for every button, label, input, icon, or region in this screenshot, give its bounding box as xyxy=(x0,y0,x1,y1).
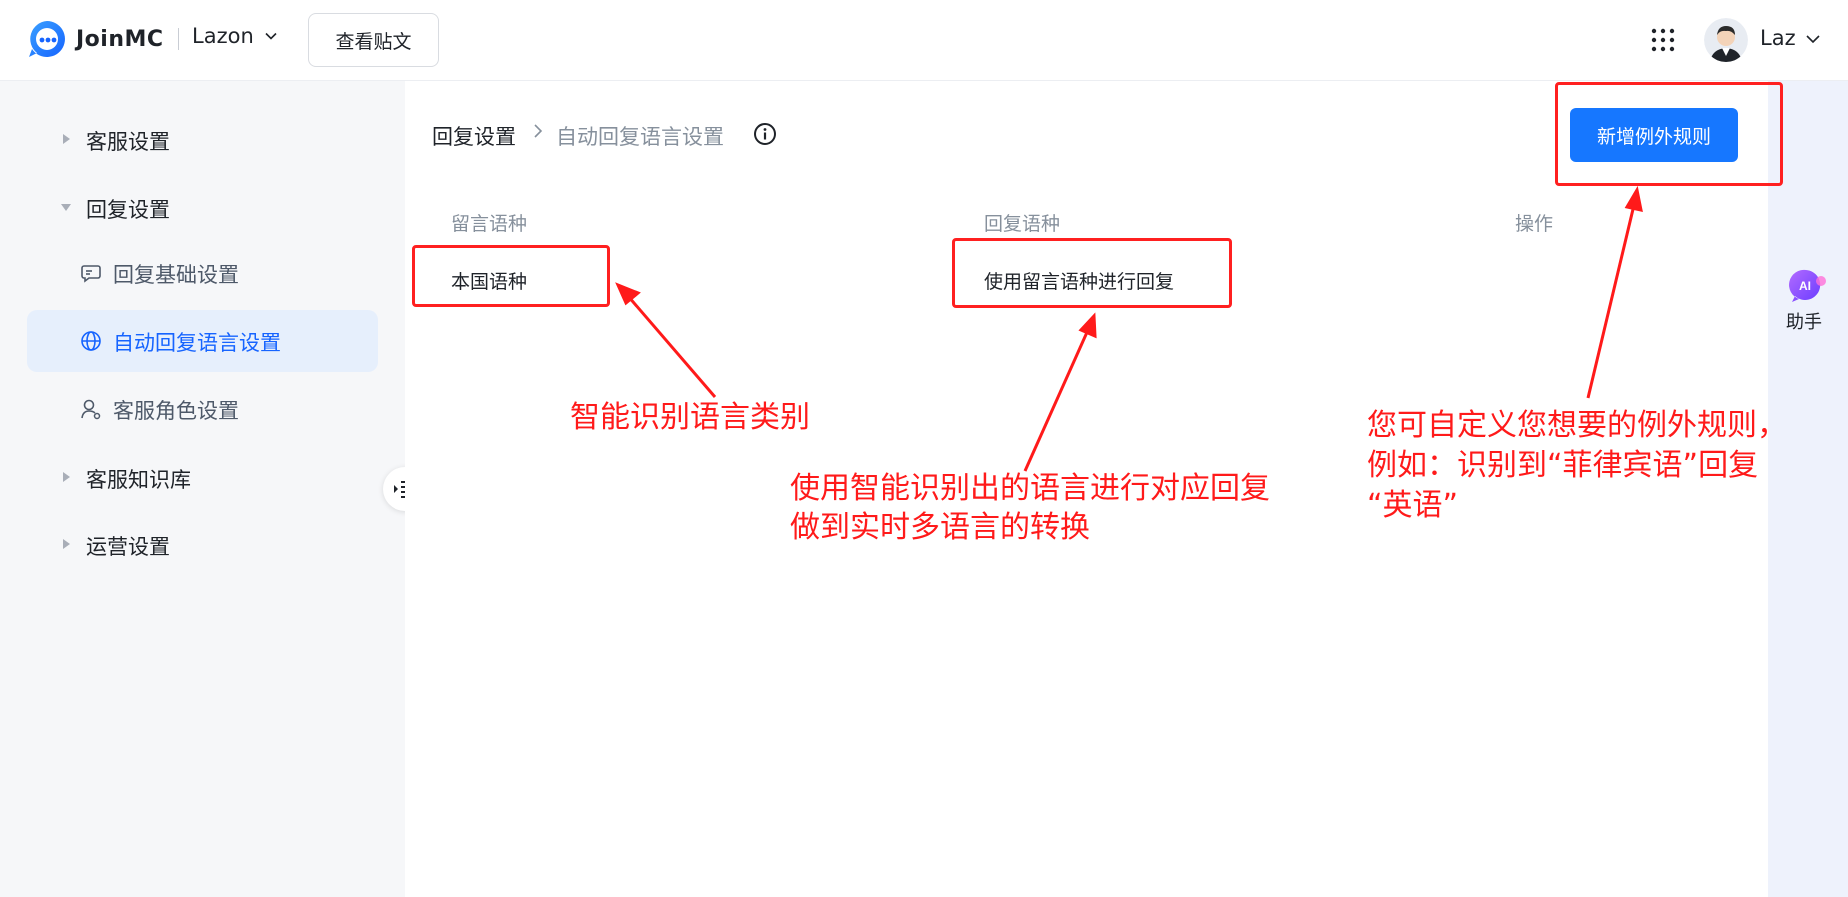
annotation-language-detection: 智能识别语言类别 xyxy=(570,400,810,435)
sidebar-item-label: 自动回复语言设置 xyxy=(113,331,281,355)
header-divider xyxy=(177,28,179,50)
caret-down-icon xyxy=(61,204,71,211)
annotation-rule-line-1: 您可自定义您想要的例外规则， xyxy=(1367,408,1787,443)
sidebar-group-label: 客服知识库 xyxy=(86,468,191,492)
user-role-icon xyxy=(81,399,101,420)
info-icon[interactable] xyxy=(753,122,777,146)
sidebar-group-label: 客服设置 xyxy=(86,130,170,154)
sidebar-group-label: 回复设置 xyxy=(86,198,170,222)
column-header-message-language: 留言语种 xyxy=(451,213,528,235)
sidebar-group-label: 运营设置 xyxy=(86,535,170,559)
user-name[interactable]: Laz xyxy=(1760,26,1796,50)
annotation-reply-line-2: 做到实时多语言的转换 xyxy=(790,510,1090,545)
ai-assistant-icon[interactable]: AI xyxy=(1788,268,1828,304)
chevron-down-icon xyxy=(265,32,277,40)
assistant-label[interactable]: 助手 xyxy=(1786,308,1822,334)
breadcrumb-reply-settings[interactable]: 回复设置 xyxy=(432,121,516,151)
top-header: JoinMC Lazon 查看贴文 Laz xyxy=(0,0,1848,81)
annotation-rule-line-2: 例如：识别到“菲律宾语”回复 xyxy=(1367,448,1759,483)
caret-right-icon xyxy=(63,134,70,144)
ai-badge: AI xyxy=(1799,279,1811,293)
chat-settings-icon xyxy=(81,265,101,283)
caret-right-icon xyxy=(63,539,70,549)
annotation-reply-line-1: 使用智能识别出的语言进行对应回复 xyxy=(790,471,1270,506)
view-post-button[interactable]: 查看贴文 xyxy=(308,13,439,67)
highlight-reply-language xyxy=(952,238,1232,308)
chevron-down-icon[interactable] xyxy=(1805,32,1821,46)
sidebar-item-auto-reply-language[interactable]: 自动回复语言设置 xyxy=(27,310,378,372)
highlight-message-language xyxy=(412,245,610,307)
avatar[interactable] xyxy=(1704,18,1748,62)
caret-right-icon xyxy=(63,472,70,482)
highlight-add-rule-button xyxy=(1555,82,1783,186)
brand-name: JoinMC xyxy=(76,26,164,52)
workspace-switcher[interactable]: Lazon xyxy=(192,24,278,48)
sidebar-item-reply-basic-settings[interactable]: 回复基础设置 xyxy=(27,242,378,304)
column-header-actions: 操作 xyxy=(1515,213,1554,235)
right-rail xyxy=(1768,81,1848,897)
sidebar-item-agent-role-settings[interactable]: 客服角色设置 xyxy=(27,378,378,440)
logo[interactable]: JoinMC xyxy=(26,18,179,60)
apps-grid-icon[interactable] xyxy=(1650,27,1676,53)
user-avatar-icon xyxy=(1704,18,1748,62)
sidebar-item-label: 客服角色设置 xyxy=(113,399,239,423)
joinmc-logo-icon xyxy=(29,21,65,57)
workspace-name: Lazon xyxy=(192,24,254,48)
annotation-rule-line-3: “英语” xyxy=(1367,488,1459,523)
globe-icon xyxy=(81,331,101,351)
breadcrumb-current: 自动回复语言设置 xyxy=(556,125,724,149)
sidebar-item-label: 回复基础设置 xyxy=(113,263,239,287)
column-header-reply-language: 回复语种 xyxy=(984,213,1061,235)
chevron-right-icon xyxy=(534,124,543,138)
